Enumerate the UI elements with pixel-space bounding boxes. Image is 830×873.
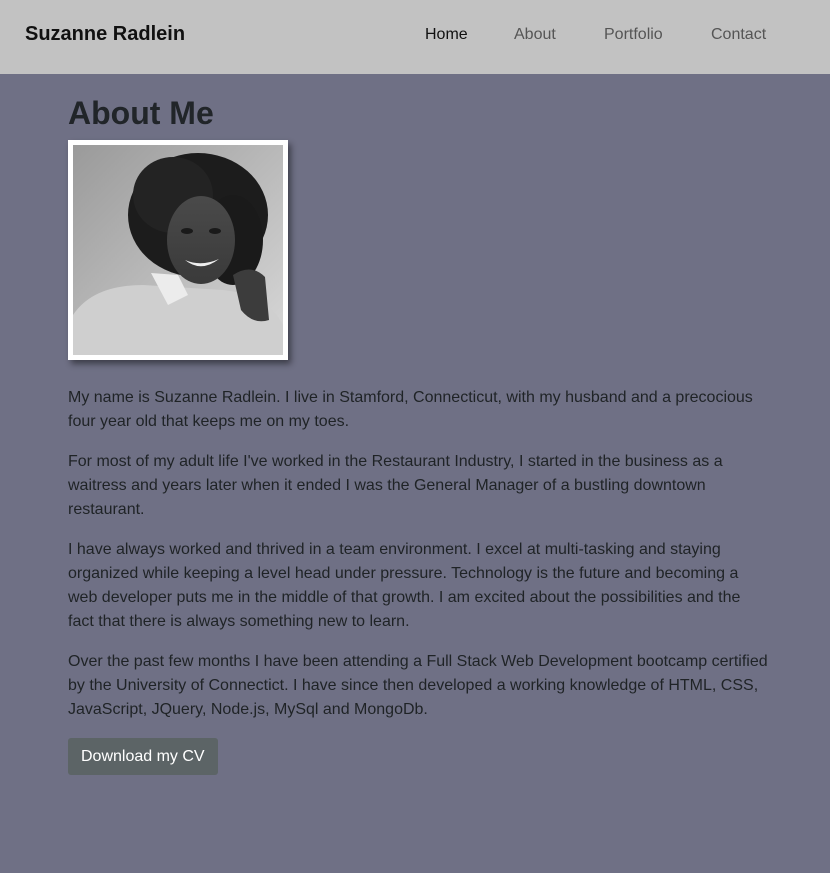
download-cv-button[interactable]: Download my CV bbox=[68, 738, 218, 775]
teamwork-paragraph: I have always worked and thrived in a te… bbox=[68, 541, 741, 630]
career-paragraph: For most of my adult life I've worked in… bbox=[68, 453, 723, 518]
page-title: About Me bbox=[68, 95, 214, 131]
nav-link-contact[interactable]: Contact bbox=[711, 25, 766, 45]
profile-photo-frame bbox=[68, 140, 288, 360]
about-section: About Me My name is Suzanne Radlein. I l… bbox=[68, 74, 768, 775]
nav-link-home[interactable]: Home bbox=[425, 25, 468, 45]
profile-photo bbox=[73, 145, 283, 355]
nav-link-portfolio[interactable]: Portfolio bbox=[604, 25, 663, 45]
intro-paragraph: My name is Suzanne Radlein. I live in St… bbox=[68, 389, 753, 430]
bootcamp-paragraph: Over the past few months I have been att… bbox=[68, 653, 768, 718]
navbar: Suzanne Radlein Home About Portfolio Con… bbox=[0, 0, 830, 74]
nav-link-about[interactable]: About bbox=[514, 25, 556, 45]
brand-link[interactable]: Suzanne Radlein bbox=[25, 22, 185, 46]
